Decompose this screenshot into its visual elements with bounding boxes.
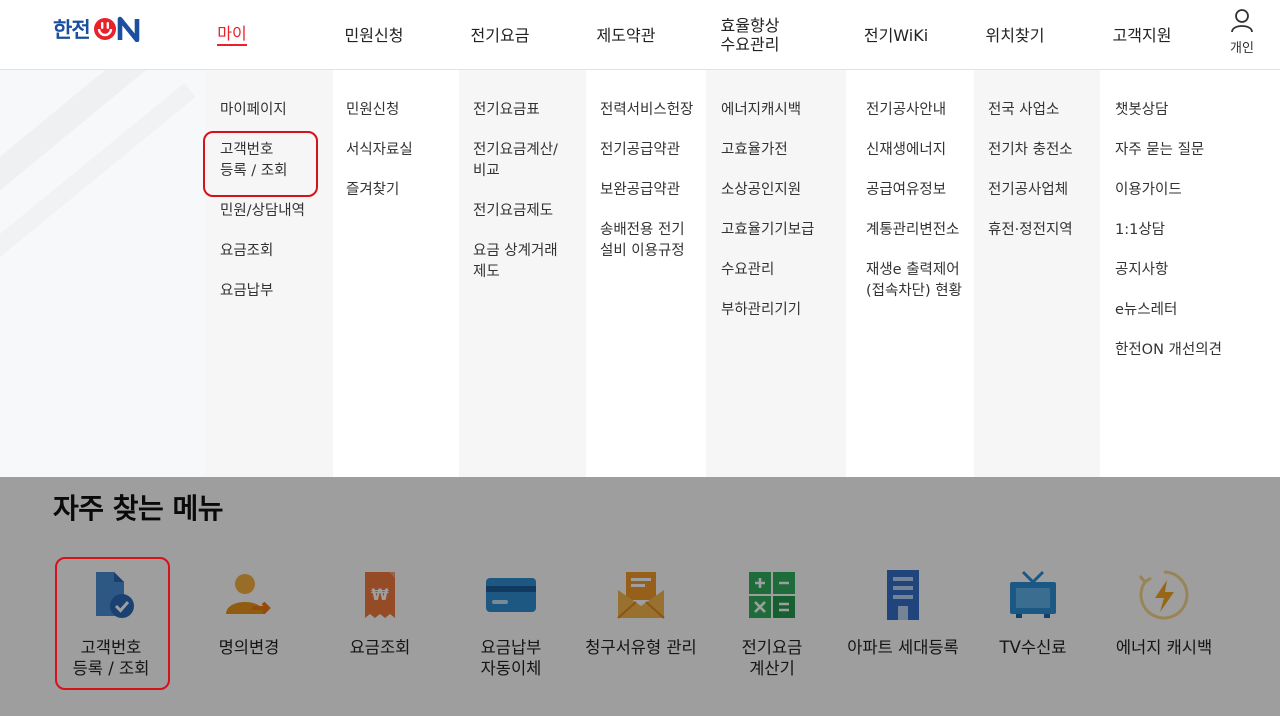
menu-rate-table[interactable]: 전기요금표 (473, 100, 586, 121)
quick-label: 에너지 캐시백 (1099, 637, 1229, 658)
apartment-building-icon (875, 567, 931, 623)
menu-energy-cashback[interactable]: 에너지캐시백 (721, 100, 846, 121)
menu-net-metering[interactable]: 요금 상계거래 제도 (473, 241, 586, 283)
menu-one-to-one[interactable]: 1:1상담 (1115, 220, 1280, 241)
menu-efficient-device-supply[interactable]: 고효율기기보급 (721, 220, 846, 241)
menu-civil-history[interactable]: 민원/상담내역 (220, 201, 333, 222)
quick-label: 청구서유형 관리 (576, 637, 706, 658)
tv-icon (1005, 567, 1061, 623)
logo-text: 한전 (53, 14, 90, 44)
menu-supply-margin[interactable]: 공급여유정보 (866, 180, 974, 201)
menu-usage-guide[interactable]: 이용가이드 (1115, 180, 1280, 201)
quick-label: 요금조회 (315, 637, 445, 658)
menu-bill-payment[interactable]: 요금납부 (220, 281, 333, 302)
quick-label: 아파트 세대등록 (838, 637, 968, 658)
energy-bolt-icon (1136, 567, 1192, 623)
menu-load-management-devices[interactable]: 부하관리기기 (721, 300, 846, 321)
menu-supply-terms[interactable]: 전기공급약관 (600, 140, 706, 161)
quick-auto-payment[interactable]: 요금납부 자동이체 (446, 567, 576, 679)
quick-bill-calculator[interactable]: 전기요금 계산기 (707, 567, 837, 679)
nav-civil-request[interactable]: 민원신청 (330, 0, 418, 70)
menu-construction-guide[interactable]: 전기공사안내 (866, 100, 974, 121)
quick-invoice-type[interactable]: 청구서유형 관리 (576, 567, 706, 658)
won-receipt-icon: ₩ (352, 567, 408, 623)
nav-policy-terms[interactable]: 제도약관 (582, 0, 670, 70)
mega-menu-decoration (0, 70, 210, 477)
mega-col-policy: 전력서비스헌장 전기공급약관 보완공급약관 송배전용 전기 설비 이용규정 (586, 70, 706, 477)
menu-bill-inquiry[interactable]: 요금조회 (220, 241, 333, 262)
mega-col-bill: 전기요금표 전기요금계산/ 비교 전기요금제도 요금 상계거래 제도 (459, 70, 586, 477)
menu-enewsletter[interactable]: e뉴스레터 (1115, 300, 1280, 321)
menu-branch-offices[interactable]: 전국 사업소 (988, 100, 1100, 121)
quick-label: TV수신료 (968, 637, 1098, 658)
nav-my[interactable]: 마이 (203, 0, 261, 70)
menu-notices[interactable]: 공지사항 (1115, 260, 1280, 281)
mega-col-wiki: 전기공사안내 신재생에너지 공급여유정보 계통관리변전소 재생e 출력제어 (접… (846, 70, 974, 477)
quick-bill-inquiry[interactable]: ₩ 요금조회 (315, 567, 445, 658)
mega-col-support: 챗봇상담 자주 묻는 질문 이용가이드 1:1상담 공지사항 e뉴스레터 한전O… (1100, 70, 1280, 477)
menu-renewable-energy[interactable]: 신재생에너지 (866, 140, 974, 161)
menu-efficient-appliances[interactable]: 고효율가전 (721, 140, 846, 161)
nav-location-search[interactable]: 위치찾기 (971, 0, 1059, 70)
user-icon (1230, 8, 1254, 36)
menu-mypage[interactable]: 마이페이지 (220, 100, 333, 121)
section-title: 자주 찾는 메뉴 (53, 487, 223, 527)
menu-renewable-curtailment[interactable]: 재생e 출력제어 (접속차단) 현황 (866, 260, 974, 302)
quick-tv-fee[interactable]: TV수신료 (968, 567, 1098, 658)
nav-customer-support[interactable]: 고객지원 (1098, 0, 1186, 70)
menu-grid-substation[interactable]: 계통관리변전소 (866, 220, 974, 241)
svg-text:₩: ₩ (371, 585, 389, 604)
menu-faq[interactable]: 자주 묻는 질문 (1115, 140, 1280, 161)
quick-name-change[interactable]: 명의변경 (184, 567, 314, 658)
quick-label: 명의변경 (184, 637, 314, 658)
menu-favorites[interactable]: 즐겨찾기 (346, 180, 459, 201)
menu-backup-supply-terms[interactable]: 보완공급약관 (600, 180, 706, 201)
menu-improvement-feedback[interactable]: 한전ON 개선의견 (1115, 340, 1280, 361)
menu-ev-charging[interactable]: 전기차 충전소 (988, 140, 1100, 161)
personal-user-button[interactable]: 개인 (1222, 8, 1262, 54)
calculator-icon (744, 567, 800, 623)
mega-col-efficiency: 에너지캐시백 고효율가전 소상공인지원 고효율기기보급 수요관리 부하관리기기 (706, 70, 846, 477)
quick-energy-cashback[interactable]: 에너지 캐시백 (1099, 567, 1229, 658)
kepco-on-logo[interactable]: 한전 (53, 16, 148, 42)
menu-small-business-support[interactable]: 소상공인지원 (721, 180, 846, 201)
mega-menu-panel: 마이페이지 고객번호 등록 / 조회 민원/상담내역 요금조회 요금납부 민원신… (0, 70, 1280, 477)
highlight-box-menu (203, 131, 318, 197)
mail-envelope-icon (613, 567, 669, 623)
menu-outage-areas[interactable]: 휴전·정전지역 (988, 220, 1100, 241)
menu-contractors[interactable]: 전기공사업체 (988, 180, 1100, 201)
nav-efficiency-demand[interactable]: 효율향상 수요관리 (705, 0, 795, 70)
logo-on-mark (92, 16, 148, 42)
top-header: 한전 마이 민원신청 전기요금 제도약관 효율향상 수요관리 전기WiKi 위치… (0, 0, 1280, 70)
nav-electric-bill[interactable]: 전기요금 (456, 0, 544, 70)
menu-demand-management[interactable]: 수요관리 (721, 260, 846, 281)
menu-bill-calc-compare[interactable]: 전기요금계산/ 비교 (473, 140, 586, 182)
mega-col-location: 전국 사업소 전기차 충전소 전기공사업체 휴전·정전지역 (974, 70, 1100, 477)
nav-electric-wiki[interactable]: 전기WiKi (850, 0, 942, 70)
credit-card-icon (483, 567, 539, 623)
highlight-box-quick (55, 557, 170, 690)
mega-col-civil: 민원신청 서식자료실 즐겨찾기 (333, 70, 459, 477)
menu-chatbot[interactable]: 챗봇상담 (1115, 100, 1280, 121)
menu-transmission-rules[interactable]: 송배전용 전기 설비 이용규정 (600, 220, 706, 262)
quick-label: 전기요금 계산기 (707, 637, 837, 679)
person-transfer-icon (221, 567, 277, 623)
frequent-menu-section: 자주 찾는 메뉴 고객번호 등록 / 조회 명의변경 (0, 477, 1280, 716)
menu-form-library[interactable]: 서식자료실 (346, 140, 459, 161)
menu-rate-system[interactable]: 전기요금제도 (473, 201, 586, 222)
menu-service-charter[interactable]: 전력서비스헌장 (600, 100, 706, 121)
quick-apartment-register[interactable]: 아파트 세대등록 (838, 567, 968, 658)
menu-civil-request[interactable]: 민원신청 (346, 100, 459, 121)
user-type-label: 개인 (1230, 37, 1254, 56)
quick-label: 요금납부 자동이체 (446, 637, 576, 679)
